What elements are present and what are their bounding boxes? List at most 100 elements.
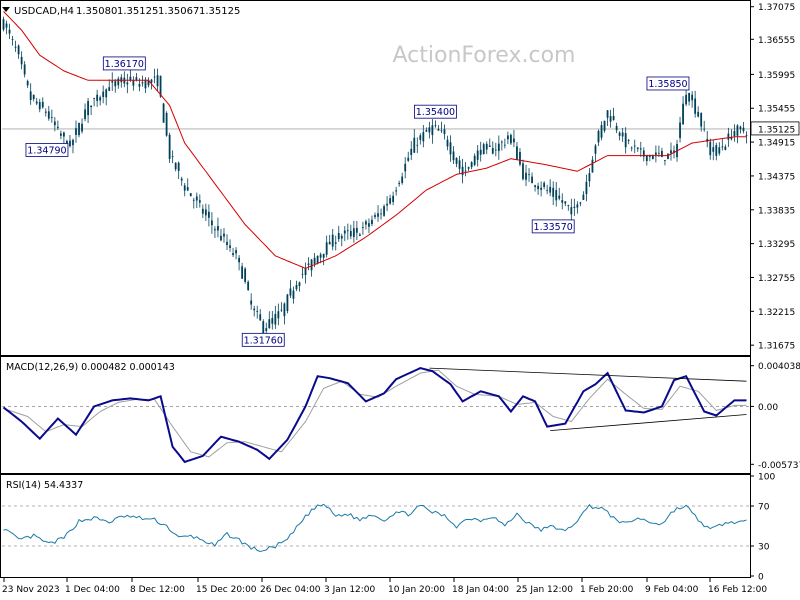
candle-body bbox=[425, 130, 428, 132]
candle-body bbox=[23, 64, 26, 75]
candle-body bbox=[358, 234, 361, 236]
candle-body bbox=[117, 78, 120, 86]
candle-body bbox=[485, 143, 488, 150]
candle-body bbox=[603, 120, 606, 131]
candle-body bbox=[63, 132, 65, 137]
candle-body bbox=[126, 82, 129, 85]
candle-body bbox=[298, 282, 301, 287]
candle-body bbox=[567, 205, 570, 206]
candle-body bbox=[540, 187, 543, 190]
price-labels: 1.36170 1.34790 1.31760 1.35400 1.33570 1.358… bbox=[25, 56, 690, 347]
macd-panel: 0.004038 0.00 -0.005737 bbox=[2, 362, 800, 471]
macd-line bbox=[2, 367, 747, 464]
time-tick-label: 1 Feb 20:00 bbox=[580, 585, 634, 595]
price-tick-label: 1.35995 bbox=[758, 71, 795, 81]
candle-body bbox=[111, 81, 114, 83]
candle-body bbox=[322, 253, 325, 258]
candle-body bbox=[727, 133, 730, 140]
candle-body bbox=[528, 174, 530, 175]
candle-body bbox=[135, 77, 138, 80]
candle-body bbox=[78, 122, 80, 136]
candle-body bbox=[289, 288, 292, 296]
macd-title: MACD(12,26,9) 0.000482 0.000143 bbox=[6, 362, 175, 373]
candle-body bbox=[174, 162, 177, 170]
candle-body bbox=[195, 196, 198, 201]
candle-body bbox=[428, 127, 431, 133]
candle-body bbox=[274, 314, 277, 325]
candle-body bbox=[546, 190, 549, 191]
watermark: ActionForex.com bbox=[393, 43, 576, 68]
candle-body bbox=[555, 190, 558, 201]
candle-body bbox=[168, 134, 171, 159]
candle-body bbox=[310, 259, 313, 271]
candle-body bbox=[422, 132, 425, 142]
rsi-title: RSI(14) 54.4337 bbox=[6, 480, 83, 491]
macd-signal-line bbox=[3, 369, 747, 458]
time-tick-label: 16 Feb 12:00 bbox=[708, 585, 767, 595]
candle-body bbox=[214, 229, 216, 231]
candle-body bbox=[286, 294, 289, 311]
candle-body bbox=[736, 125, 739, 136]
candle-body bbox=[395, 190, 398, 192]
candle-body bbox=[87, 101, 89, 116]
candle-body bbox=[670, 150, 672, 154]
candle-body bbox=[506, 135, 509, 140]
candle-body bbox=[11, 39, 14, 40]
candle-body bbox=[189, 193, 192, 197]
candle-body bbox=[374, 215, 376, 217]
price-label-text: 1.36170 bbox=[105, 59, 144, 70]
time-tick-label: 15 Dec 20:00 bbox=[196, 585, 257, 595]
price-tick-label: 1.36555 bbox=[758, 36, 795, 46]
candle-body bbox=[26, 80, 29, 86]
price-label-text: 1.31760 bbox=[244, 335, 283, 346]
candle-body bbox=[14, 46, 17, 48]
candle-body bbox=[679, 122, 681, 139]
candle-body bbox=[38, 102, 41, 110]
candle-body bbox=[491, 147, 494, 154]
candle-body bbox=[543, 182, 546, 187]
candle-body bbox=[443, 129, 446, 135]
candle-body bbox=[724, 146, 727, 150]
candle-body bbox=[380, 213, 382, 215]
candle-body bbox=[531, 176, 533, 184]
candle-body bbox=[516, 146, 518, 160]
candle-body bbox=[201, 208, 204, 214]
time-tick-label: 9 Feb 04:00 bbox=[645, 585, 699, 595]
candle-body bbox=[355, 227, 358, 233]
candle-body bbox=[262, 321, 265, 334]
candle-body bbox=[636, 147, 639, 149]
candle-body bbox=[470, 162, 473, 168]
candle-body bbox=[277, 311, 280, 319]
candle-body bbox=[579, 202, 582, 204]
candle-body bbox=[715, 145, 718, 156]
candle-body bbox=[59, 133, 62, 136]
candle-body bbox=[377, 213, 379, 217]
candle-body bbox=[8, 29, 11, 34]
candle-body bbox=[639, 148, 642, 150]
macd-tick-label: -0.005737 bbox=[758, 461, 800, 471]
price-tick-label: 1.31675 bbox=[758, 342, 795, 352]
candle-body bbox=[247, 281, 250, 290]
macd-trendline bbox=[429, 367, 747, 382]
collapse-triangle-icon[interactable] bbox=[2, 7, 10, 12]
candle-body bbox=[265, 328, 268, 332]
ohlc-low: 1.35067 bbox=[158, 6, 199, 17]
candle-body bbox=[534, 185, 536, 187]
candle-body bbox=[383, 206, 385, 216]
candle-body bbox=[365, 221, 367, 225]
time-axis: 23 Nov 2023 1 Dec 04:00 8 Dec 12:00 15 Dec … bbox=[2, 578, 767, 595]
candle-body bbox=[510, 134, 512, 144]
candle-body bbox=[316, 255, 319, 264]
candle-body bbox=[591, 159, 594, 173]
candle-body bbox=[476, 150, 479, 160]
candle-body bbox=[389, 198, 392, 204]
time-tick-label: 8 Dec 12:00 bbox=[130, 585, 185, 595]
time-tick-label: 3 Jan 12:00 bbox=[324, 585, 376, 595]
candle-body bbox=[482, 144, 485, 155]
candle-body bbox=[271, 317, 274, 324]
candle-body bbox=[53, 121, 56, 126]
candle-body bbox=[268, 319, 271, 329]
candle-body bbox=[564, 201, 567, 204]
price-tick-label: 1.35455 bbox=[758, 105, 795, 115]
candle-body bbox=[114, 81, 117, 87]
